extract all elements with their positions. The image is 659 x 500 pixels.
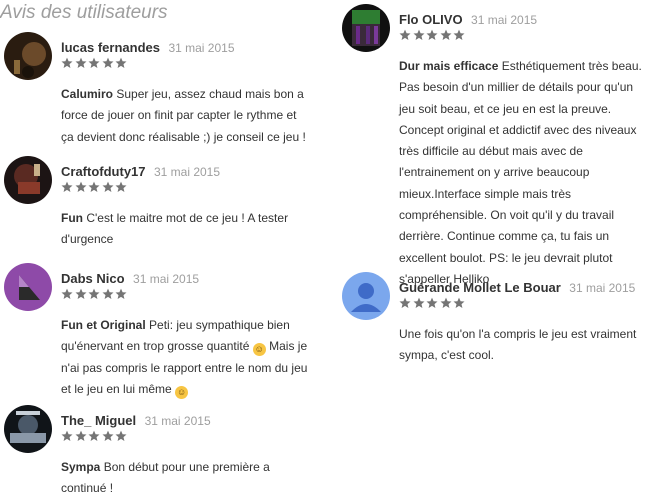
star-icon — [75, 57, 87, 69]
star-icon — [453, 29, 465, 41]
review-body: Une fois qu'on l'a compris le jeu est vr… — [399, 324, 647, 367]
review-date: 31 mai 2015 — [153, 165, 221, 179]
avatar[interactable] — [4, 263, 52, 311]
star-icon — [426, 29, 438, 41]
star-icon — [75, 430, 87, 442]
review-title: Dur mais efficace — [399, 59, 499, 73]
crying-laughing-emoji-icon: ☺ — [252, 343, 266, 357]
review-date: 31 mai 2015 — [133, 272, 200, 286]
review-date: 31 mai 2015 — [569, 281, 636, 295]
review-author[interactable]: Flo OLIVO — [399, 12, 463, 27]
review-author[interactable]: Dabs Nico — [61, 271, 125, 286]
review-author[interactable]: The_ Miguel — [61, 413, 136, 428]
review-body: Sympa Bon début pour une première a cont… — [61, 457, 286, 500]
star-icon — [399, 297, 411, 309]
review-body: Dur mais efficace Esthétiquement très be… — [399, 56, 647, 290]
review-card: Dabs Nico 31 mai 2015 Fun et Original Pe… — [4, 263, 309, 399]
star-icon — [88, 57, 100, 69]
star-icon — [453, 297, 465, 309]
star-icon — [61, 288, 73, 300]
star-rating — [61, 430, 129, 444]
review-date: 31 mai 2015 — [471, 13, 538, 27]
review-card: lucas fernandes 31 mai 2015 Calumiro Sup… — [4, 32, 306, 144]
review-title: Sympa — [61, 460, 101, 474]
star-icon — [102, 57, 114, 69]
star-icon — [440, 29, 452, 41]
star-icon — [426, 297, 438, 309]
star-rating — [61, 181, 129, 195]
star-icon — [75, 288, 87, 300]
grinning-emoji-icon: ☺ — [175, 385, 189, 399]
avatar[interactable] — [4, 156, 52, 204]
star-rating — [399, 297, 467, 311]
review-card: Flo OLIVO 31 mai 2015 Dur mais efficace … — [342, 4, 642, 286]
star-icon — [413, 29, 425, 41]
review-title: Fun et Original — [61, 318, 146, 332]
review-author[interactable]: Guérande Mollet Le Bouar — [399, 280, 561, 295]
avatar[interactable] — [4, 32, 52, 80]
review-title: Calumiro — [61, 87, 114, 101]
star-icon — [440, 297, 452, 309]
review-card: Craftofduty17 31 mai 2015 Fun C'est le m… — [4, 156, 304, 251]
star-icon — [88, 181, 100, 193]
review-body: Fun C'est le maitre mot de ce jeu ! A te… — [61, 208, 296, 251]
avatar[interactable] — [4, 405, 52, 453]
star-icon — [115, 181, 127, 193]
avatar[interactable] — [342, 272, 390, 320]
review-author[interactable]: Craftofduty17 — [61, 164, 146, 179]
review-body: Fun et Original Peti: jeu sympathique bi… — [61, 315, 309, 400]
star-icon — [61, 181, 73, 193]
star-icon — [102, 288, 114, 300]
review-text: C'est le maitre mot de ce jeu ! A tester… — [61, 211, 289, 247]
star-icon — [88, 288, 100, 300]
star-icon — [102, 181, 114, 193]
review-date: 31 mai 2015 — [168, 41, 235, 55]
avatar[interactable] — [342, 4, 390, 52]
star-rating — [61, 57, 129, 71]
review-card: Guérande Mollet Le Bouar 31 mai 2015 Une… — [342, 272, 647, 372]
star-icon — [115, 288, 127, 300]
star-icon — [413, 297, 425, 309]
review-card: The_ Miguel 31 mai 2015 Sympa Bon début … — [4, 405, 304, 498]
star-icon — [61, 430, 73, 442]
star-icon — [75, 181, 87, 193]
review-text: Esthétiquement très beau. Pas besoin d'u… — [399, 59, 642, 286]
review-date: 31 mai 2015 — [144, 414, 211, 428]
star-rating — [61, 288, 129, 302]
star-icon — [102, 430, 114, 442]
star-icon — [115, 430, 127, 442]
star-icon — [399, 29, 411, 41]
review-title: Fun — [61, 211, 83, 225]
review-text: Une fois qu'on l'a compris le jeu est vr… — [399, 327, 637, 363]
review-body: Calumiro Super jeu, assez chaud mais bon… — [61, 84, 306, 148]
review-author[interactable]: lucas fernandes — [61, 40, 160, 55]
star-rating — [399, 29, 467, 43]
star-icon — [61, 57, 73, 69]
star-icon — [88, 430, 100, 442]
star-icon — [115, 57, 127, 69]
reviews-section-title: Avis des utilisateurs — [0, 2, 168, 23]
